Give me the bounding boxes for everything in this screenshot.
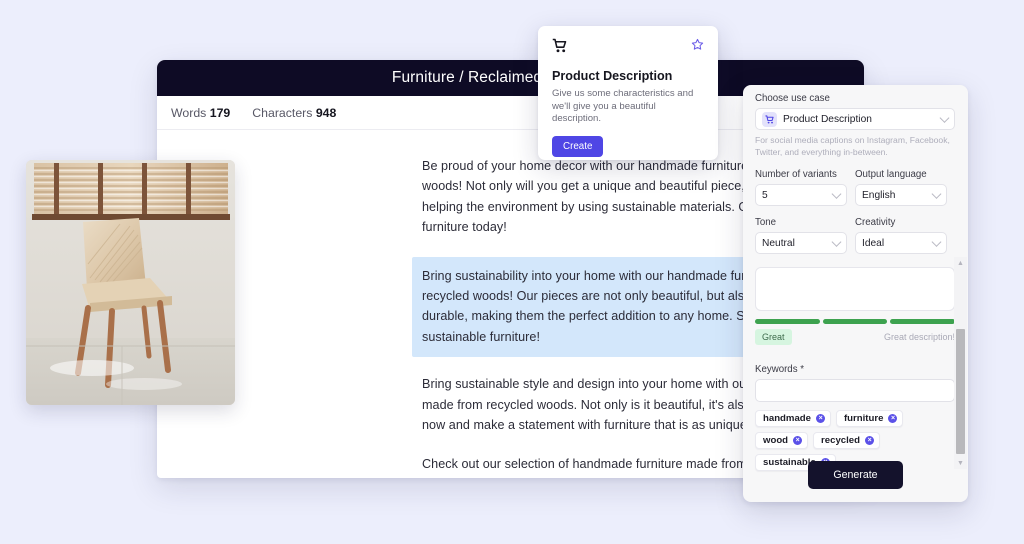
tone-creativity-row: Tone Neutral Creativity Ideal (755, 217, 955, 254)
creativity-field: Creativity Ideal (855, 217, 947, 254)
chevron-down-icon (831, 189, 842, 199)
language-select[interactable]: English (855, 184, 947, 206)
variants-label: Number of variants (755, 169, 837, 180)
tone-label: Tone (755, 217, 777, 228)
popup-card-header (552, 38, 704, 58)
keyword-tag[interactable]: furniture × (835, 410, 904, 427)
popup-description: Give us some characteristics and we'll g… (552, 88, 694, 125)
keyword-tag-label: recycled (821, 435, 860, 446)
chevron-down-icon (939, 113, 950, 123)
generate-button[interactable]: Generate (808, 461, 903, 489)
chair-photo-image (26, 160, 235, 405)
popup-title: Product Description (552, 69, 673, 83)
shopping-cart-icon (762, 111, 777, 127)
language-label: Output language (855, 169, 927, 180)
chevron-down-icon (831, 237, 842, 247)
close-circle-icon[interactable]: × (864, 436, 874, 445)
creativity-select[interactable]: Ideal (855, 232, 947, 254)
character-count: Characters 948 (252, 106, 336, 120)
keyword-tag-label: handmade (763, 413, 811, 424)
variants-field: Number of variants 5 (755, 169, 847, 206)
create-button[interactable]: Create (552, 135, 604, 157)
tone-value: Neutral (762, 237, 795, 249)
keyword-tag-label: wood (763, 435, 789, 446)
close-circle-icon[interactable]: × (815, 414, 825, 423)
chevron-down-icon (931, 237, 942, 247)
keyword-tag[interactable]: wood × (755, 432, 809, 449)
settings-form: Choose use case Product Description For … (743, 85, 956, 502)
word-count: Words 179 (171, 106, 230, 120)
app-screenshot: Furniture / Reclaimed Wood Chair Words 1… (0, 0, 1024, 544)
tone-field: Tone Neutral (755, 217, 847, 254)
character-count-value: 948 (315, 105, 337, 120)
shopping-cart-icon (552, 38, 567, 53)
variants-value: 5 (762, 189, 768, 201)
language-field: Output language English (855, 169, 947, 206)
quality-status-row: Great Great description! (755, 329, 955, 345)
description-textarea[interactable] (755, 267, 955, 311)
generate-button-wrap: Generate (743, 461, 968, 489)
keyword-tag[interactable]: handmade × (755, 410, 831, 427)
variants-select[interactable]: 5 (755, 184, 847, 206)
chevron-down-icon (931, 189, 942, 199)
language-value: English (862, 189, 896, 201)
quality-segment (822, 319, 888, 324)
status-badge: Great (755, 329, 792, 345)
star-outline-icon[interactable] (691, 38, 704, 51)
word-count-label: Words (171, 105, 207, 120)
word-count-value: 179 (209, 105, 231, 120)
generator-settings-panel: Choose use case Product Description For … (743, 85, 968, 502)
use-case-popup-card: Product Description Give us some charact… (538, 26, 718, 160)
variants-language-row: Number of variants 5 Output language Eng… (755, 169, 955, 206)
scrollbar-thumb[interactable] (956, 329, 965, 454)
use-case-label: Choose use case (755, 93, 830, 104)
quality-segment (890, 319, 956, 324)
creativity-value: Ideal (862, 237, 885, 249)
quality-meter (755, 319, 956, 324)
close-circle-icon[interactable]: × (793, 436, 803, 445)
use-case-help-text: For social media captions on Instagram, … (755, 135, 950, 157)
keywords-input[interactable] (755, 379, 955, 402)
keyword-tag-label: furniture (843, 413, 884, 424)
creativity-label: Creativity (855, 217, 896, 228)
use-case-select[interactable]: Product Description (755, 108, 955, 130)
quality-note: Great description! (883, 332, 955, 342)
use-case-value: Product Description (783, 113, 872, 125)
close-circle-icon[interactable]: × (888, 414, 898, 423)
chevron-up-icon[interactable]: ▲ (954, 257, 967, 269)
panel-scrollbar[interactable]: ▲ ▼ (954, 257, 967, 469)
tone-select[interactable]: Neutral (755, 232, 847, 254)
character-count-label: Characters (252, 105, 313, 120)
product-photo (26, 160, 235, 405)
quality-segment (755, 319, 820, 324)
keyword-tag[interactable]: recycled × (813, 432, 880, 449)
keywords-label: Keywords * (755, 364, 804, 375)
